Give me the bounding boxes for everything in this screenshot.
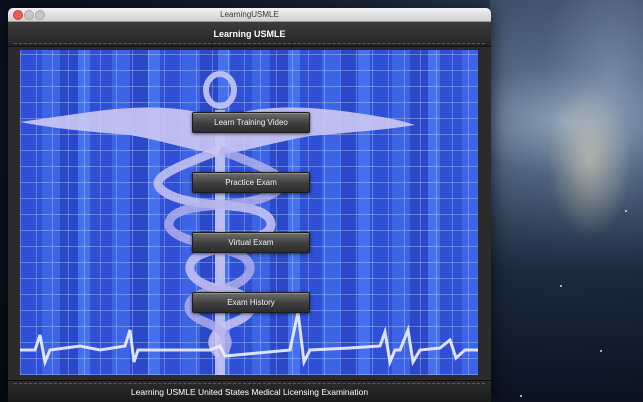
exam-history-button[interactable]: Exam History: [192, 292, 310, 313]
window-title: LearningUSMLE: [220, 10, 279, 19]
caduceus-icon: [20, 71, 478, 375]
heartbeat-line: [20, 311, 478, 368]
learn-training-video-button[interactable]: Learn Training Video: [192, 112, 310, 133]
content-frame: Learn Training Video Practice Exam Virtu…: [20, 50, 478, 375]
main-panel: Learn Training Video Practice Exam Virtu…: [20, 50, 478, 375]
header-bar: Learning USMLE: [8, 22, 491, 47]
practice-exam-button[interactable]: Practice Exam: [192, 172, 310, 193]
star: [600, 350, 602, 352]
star: [560, 285, 562, 287]
virtual-exam-button[interactable]: Virtual Exam: [192, 232, 310, 253]
footer-bar: Learning USMLE United States Medical Lic…: [8, 380, 491, 402]
desktop-wallpaper: [490, 0, 643, 402]
star: [625, 210, 627, 212]
title-bar: LearningUSMLE: [8, 8, 491, 22]
header-stitch: [14, 43, 485, 44]
app-window: LearningUSMLE Learning USMLE Learn Train…: [8, 8, 491, 402]
footer-text: Learning USMLE United States Medical Lic…: [130, 387, 369, 397]
star: [520, 395, 522, 397]
